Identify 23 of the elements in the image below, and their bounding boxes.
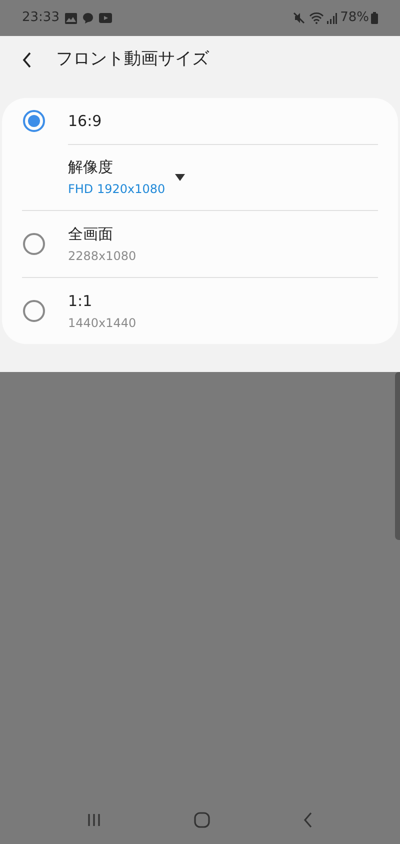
radio-button[interactable] <box>23 110 45 132</box>
recent-apps-icon[interactable] <box>86 813 101 827</box>
mute-icon <box>293 12 306 24</box>
image-icon <box>65 12 78 24</box>
status-time: 23:33 <box>22 9 60 28</box>
chat-bubble-icon <box>82 12 94 24</box>
dropdown-arrow-icon <box>175 174 186 181</box>
option-resolution: 2288x1080 <box>68 248 136 264</box>
back-icon[interactable] <box>303 812 314 828</box>
resolution-dropdown[interactable]: 解像度 FHD 1920x1080 <box>68 157 186 198</box>
option-label: 16:9 <box>68 111 102 131</box>
option-label: 1:1 <box>68 290 94 310</box>
option-resolution: 1440x1440 <box>68 314 136 332</box>
option-label: 全画面 <box>68 224 114 244</box>
home-icon[interactable] <box>194 812 210 828</box>
battery-percent: 78% <box>340 9 369 28</box>
radio-button[interactable] <box>23 300 45 322</box>
signal-icon <box>327 12 338 24</box>
video-icon <box>99 13 112 23</box>
radio-button[interactable] <box>23 233 45 255</box>
wifi-icon <box>309 12 324 24</box>
page-title: フロント動画サイズ <box>56 48 209 72</box>
battery-icon <box>371 12 378 24</box>
